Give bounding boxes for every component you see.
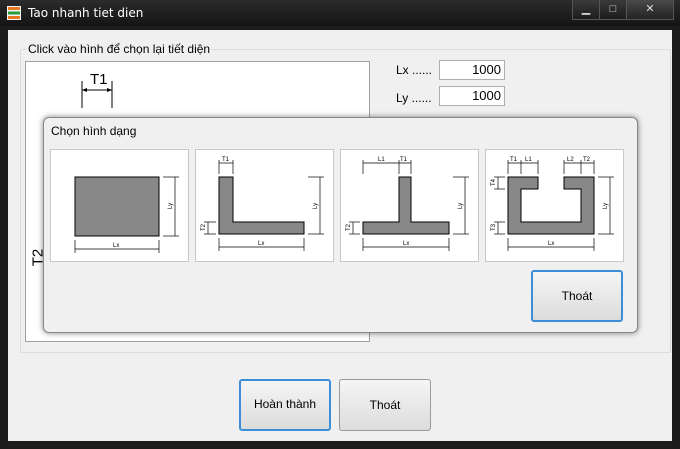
group-label: Click vào hình để chọn lại tiết diện: [26, 42, 213, 56]
maximize-icon: □: [609, 3, 617, 15]
app-window: Tao nhanh tiet dien ▁ □ ✕ Click vào hình…: [0, 0, 680, 449]
rect-lx-text: Lx: [113, 243, 119, 249]
preview-t1-label: T1: [90, 71, 108, 88]
c-shape-icon: T1 L1 L2 T2 T4 T3 Ly Lx: [491, 157, 614, 251]
c-t2-text: T2: [583, 157, 591, 163]
ly-label: Ly ......: [396, 91, 432, 105]
title-bar[interactable]: Tao nhanh tiet dien ▁ □ ✕: [0, 0, 680, 26]
c-l1-text: L1: [525, 157, 532, 163]
t-lx-text: Lx: [403, 241, 409, 247]
lx-label: Lx ......: [396, 63, 433, 77]
shape-picker-popup: Chọn hình dạng Ly Lx T1 T2 Ly Lx L1 T1 T…: [43, 117, 638, 333]
shape-option-l-shape[interactable]: T1 T2 Ly Lx: [195, 149, 334, 262]
ly-field[interactable]: 1000: [439, 86, 505, 106]
t-ly-text: Ly: [458, 203, 464, 209]
l-shape-icon: T1 T2 Ly Lx: [201, 157, 324, 251]
maximize-button[interactable]: □: [599, 0, 627, 20]
l-t1-text: T1: [222, 157, 230, 163]
shape-option-rectangle[interactable]: Ly Lx: [50, 149, 189, 262]
t-t1-text: T1: [400, 157, 408, 163]
lx-field[interactable]: 1000: [439, 60, 505, 80]
l-ly-text: Ly: [313, 203, 319, 209]
app-icon: [7, 6, 21, 20]
minimize-icon: ▁: [581, 3, 591, 15]
window-title: Tao nhanh tiet dien: [28, 6, 144, 20]
minimize-button[interactable]: ▁: [572, 0, 600, 20]
c-t3-text: T3: [491, 223, 497, 231]
rect-ly-text: Ly: [168, 203, 174, 209]
shape-option-t-shape[interactable]: L1 T1 T2 Ly Lx: [340, 149, 479, 262]
c-t4-text: T4: [491, 178, 497, 186]
c-t1-text: T1: [510, 157, 518, 163]
c-l2-text: L2: [567, 157, 574, 163]
popup-title: Chọn hình dạng: [51, 124, 137, 138]
exit-button[interactable]: Thoát: [339, 379, 431, 431]
c-ly-text: Ly: [603, 203, 609, 209]
t-shape-icon: L1 T1 T2 Ly Lx: [346, 157, 469, 251]
c-lx-text: Lx: [548, 241, 554, 247]
t-l1-text: L1: [378, 157, 385, 163]
close-button[interactable]: ✕: [626, 0, 674, 20]
l-t2-text: T2: [201, 223, 207, 231]
rectangle-shape-icon: Ly Lx: [74, 176, 179, 253]
t-t2-text: T2: [346, 223, 352, 231]
shape-option-c-shape[interactable]: T1 L1 L2 T2 T4 T3 Ly Lx: [485, 149, 624, 262]
popup-exit-button[interactable]: Thoát: [531, 270, 623, 322]
l-lx-text: Lx: [258, 241, 264, 247]
finish-button[interactable]: Hoàn thành: [239, 379, 331, 431]
close-icon: ✕: [645, 3, 655, 15]
